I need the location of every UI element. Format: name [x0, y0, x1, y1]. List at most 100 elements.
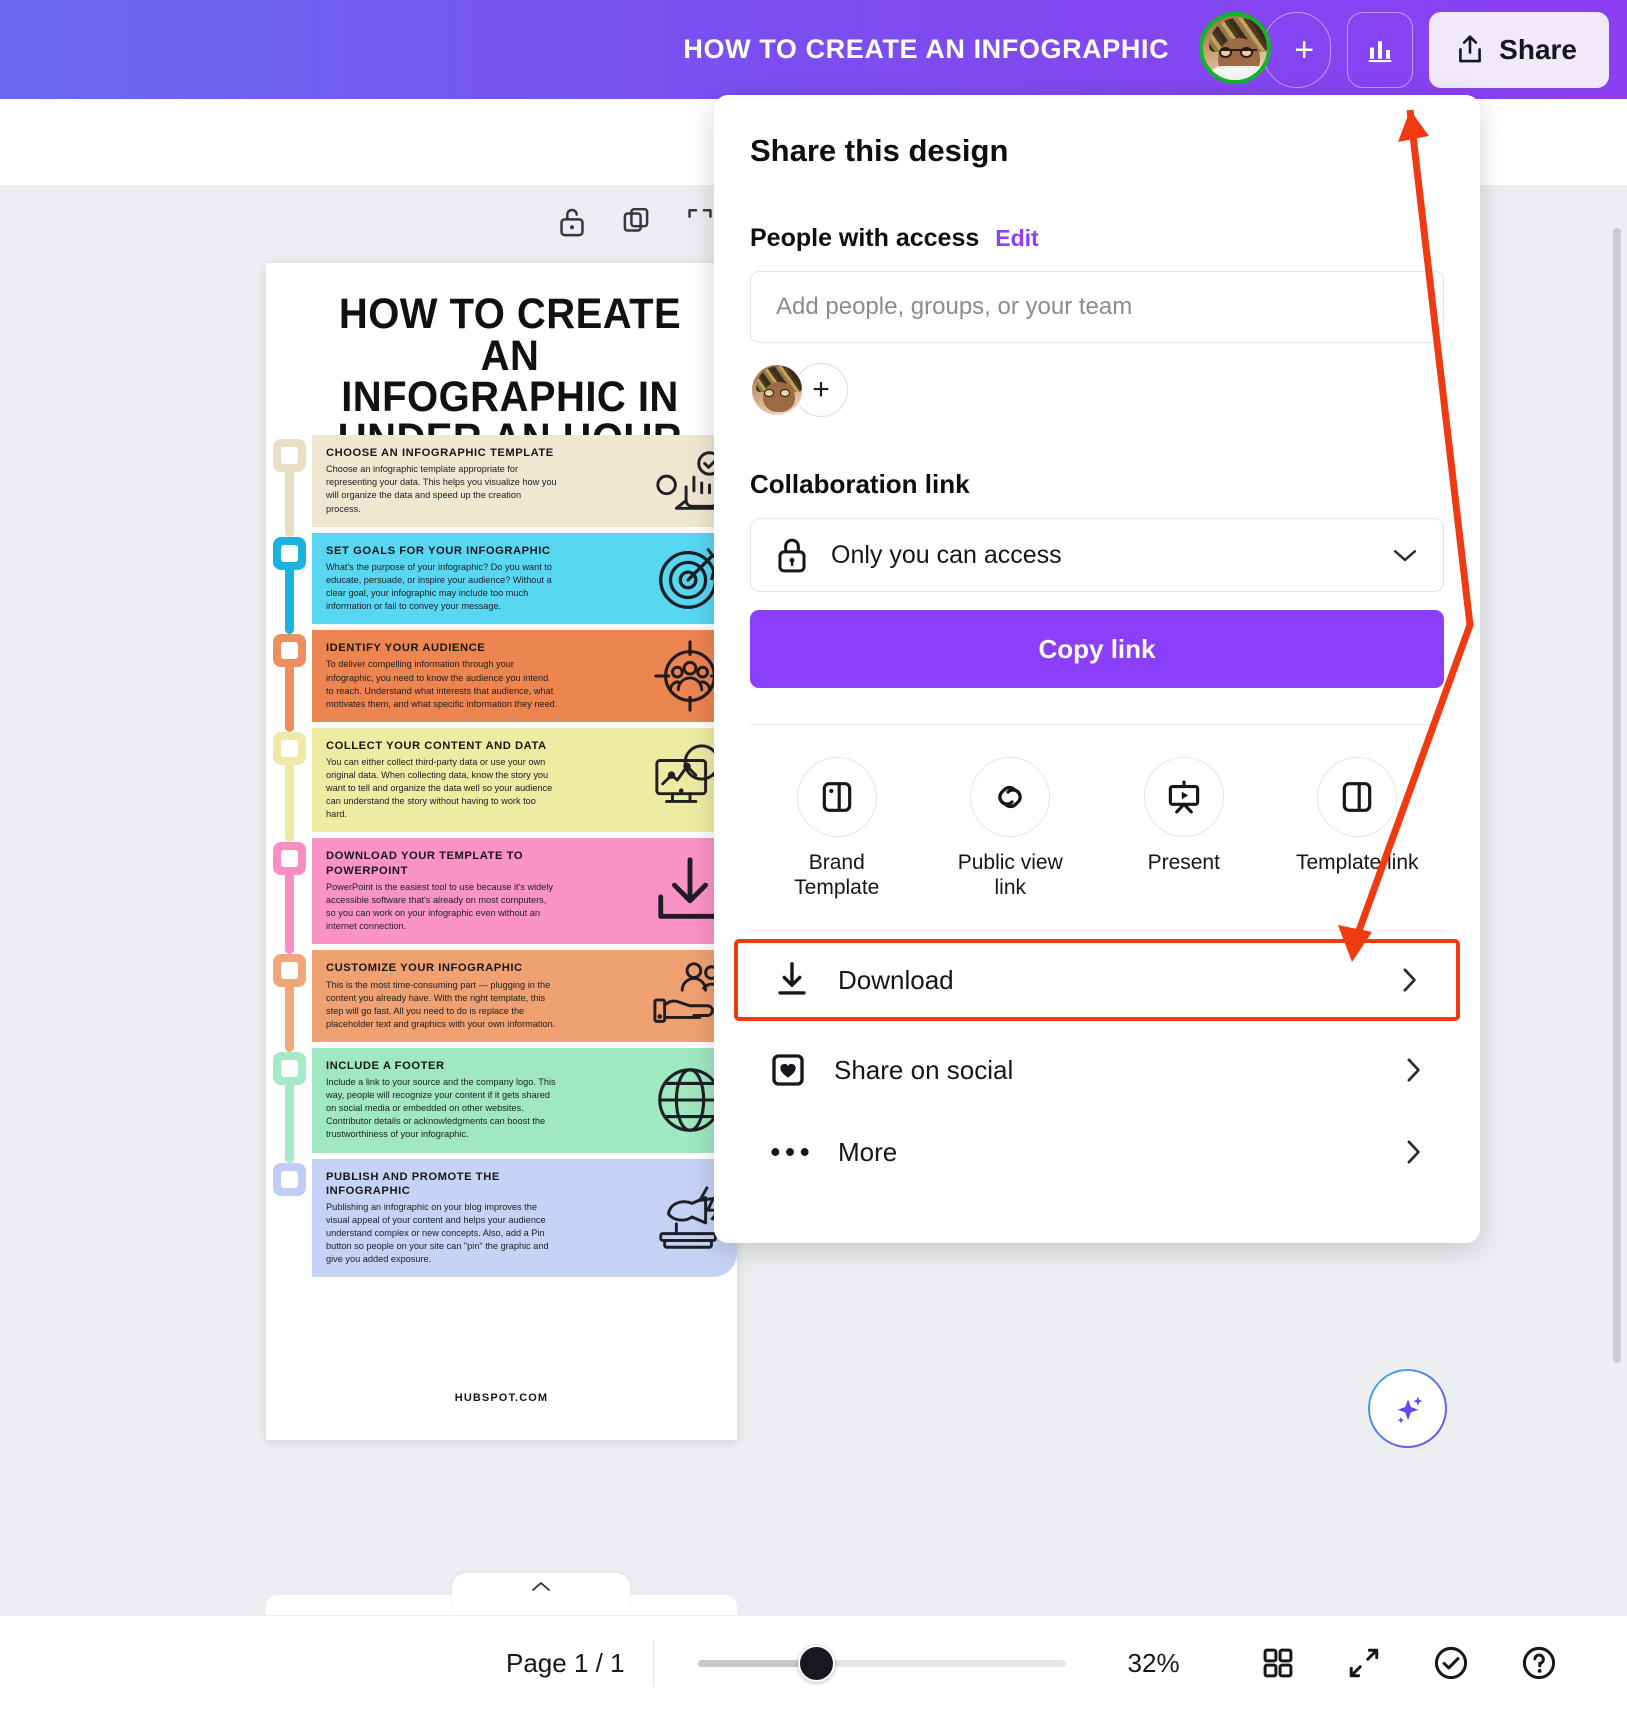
share-menu-item-more[interactable]: More [750, 1111, 1444, 1193]
magic-studio-button[interactable] [1368, 1369, 1447, 1448]
add-people-placeholder: Add people, groups, or your team [776, 293, 1133, 320]
step-heading: SET GOALS FOR YOUR INFOGRAPHIC [326, 544, 551, 557]
step-card: CHOOSE AN INFOGRAPHIC TEMPLATE Choose an … [312, 435, 737, 527]
step-heading: IDENTIFY YOUR AUDIENCE [326, 642, 486, 655]
share-menu-list: Download Share on social More [734, 939, 1460, 1193]
bottom-bar-icons [1260, 1644, 1558, 1682]
share-menu-item-label: More [838, 1136, 898, 1167]
vertical-scrollbar-thumb[interactable] [1613, 228, 1621, 1363]
people-with-access-label: People with access [750, 224, 980, 252]
collapse-panel-handle[interactable] [452, 1573, 630, 1615]
quick-action-label: Present [1147, 851, 1220, 874]
lock-open-icon[interactable] [556, 205, 588, 239]
page-tab-left [266, 1595, 466, 1615]
lock-icon [778, 538, 806, 573]
step-connector [285, 1080, 294, 1163]
present-icon [1143, 757, 1224, 837]
zoom-slider-thumb[interactable] [797, 1644, 835, 1682]
step-rail [266, 950, 312, 1052]
copy-link-button[interactable]: Copy link [750, 610, 1444, 688]
edit-access-link[interactable]: Edit [995, 225, 1038, 252]
help-icon[interactable] [1520, 1644, 1558, 1682]
share-button[interactable]: Share [1429, 11, 1609, 88]
quick-actions-row: Brand Template Public view link Present Tem… [750, 757, 1444, 900]
duplicate-icon[interactable] [620, 205, 652, 239]
user-avatar-image [1199, 11, 1272, 84]
bottom-bar: Page 1 / 1 32% [0, 1615, 1627, 1710]
chevron-right-icon [1407, 1140, 1420, 1164]
step-body: You can either collect third-party data … [326, 757, 553, 820]
top-bar: HOW TO CREATE AN INFOGRAPHIC + Share [0, 0, 1627, 99]
page-indicator[interactable]: Page 1 / 1 [506, 1648, 625, 1679]
step-connector [285, 565, 294, 635]
grid-view-icon[interactable] [1260, 1645, 1296, 1681]
share-menu-item-download[interactable]: Download [734, 939, 1460, 1022]
people-avatar-list: + [750, 363, 1444, 417]
share-upload-icon [1459, 34, 1482, 62]
step-rail [266, 533, 312, 635]
infographic-step: DOWNLOAD YOUR TEMPLATE TO POWERPOINT Powe… [266, 838, 737, 955]
access-level-select[interactable]: Only you can access [750, 518, 1444, 592]
avatar[interactable] [1199, 11, 1275, 88]
step-rail [266, 1159, 312, 1278]
step-body: Include a link to your source and the co… [326, 1077, 556, 1140]
step-card: INCLUDE A FOOTER Include a link to your s… [312, 1047, 737, 1153]
share-button-label: Share [1499, 33, 1577, 65]
fullscreen-icon[interactable] [1346, 1645, 1382, 1681]
step-rail [266, 435, 312, 537]
quick-action-brand-template[interactable]: Brand Template [750, 757, 924, 900]
step-rail [266, 1048, 312, 1163]
infographic-step: COLLECT YOUR CONTENT AND DATA You can eit… [266, 727, 737, 843]
step-connector [285, 871, 294, 955]
document-title[interactable]: HOW TO CREATE AN INFOGRAPHIC [683, 34, 1169, 65]
title-line-1: HOW TO CREATE AN [338, 290, 682, 380]
step-body: This is the most time-consuming part — p… [326, 979, 556, 1029]
step-heading: CHOOSE AN INFOGRAPHIC TEMPLATE [326, 447, 554, 459]
step-card: CUSTOMIZE YOUR INFOGRAPHIC This is the mo… [312, 950, 737, 1042]
step-connector [285, 468, 294, 537]
infographic-step: PUBLISH AND PROMOTE THE INFOGRAPHIC Publi… [266, 1158, 737, 1278]
quick-action-public-view-link[interactable]: Public view link [924, 757, 1098, 900]
step-heading: INCLUDE A FOOTER [326, 1059, 445, 1072]
step-card: COLLECT YOUR CONTENT AND DATA You can eit… [312, 727, 737, 833]
more-dots-icon [768, 1139, 812, 1165]
check-circle-icon[interactable] [1432, 1644, 1470, 1682]
insights-button[interactable] [1347, 11, 1414, 88]
delete-page-icon[interactable] [684, 205, 716, 239]
step-node [273, 1162, 306, 1196]
step-body: To deliver compelling information throug… [326, 659, 558, 709]
collaboration-link-label: Collaboration link [750, 469, 970, 499]
step-card: PUBLISH AND PROMOTE THE INFOGRAPHIC Publi… [312, 1158, 737, 1278]
step-body: Publishing an infographic on your blog i… [326, 1202, 549, 1265]
owner-avatar[interactable] [750, 363, 804, 417]
page-toolbar [556, 205, 716, 239]
public-link-icon [970, 757, 1051, 837]
add-people-input[interactable]: Add people, groups, or your team [750, 271, 1444, 343]
zoom-slider[interactable] [697, 1644, 1066, 1682]
design-page[interactable]: HOW TO CREATE AN INFOGRAPHIC IN UNDER AN… [266, 263, 737, 1440]
page-tabs [266, 1573, 737, 1615]
share-menu-item-share-on-social[interactable]: Share on social [750, 1029, 1444, 1111]
step-card: IDENTIFY YOUR AUDIENCE To deliver compell… [312, 630, 737, 722]
infographic-step: IDENTIFY YOUR AUDIENCE To deliver compell… [266, 630, 737, 732]
share-menu-item-label: Download [838, 964, 954, 995]
brand-template-icon [796, 757, 877, 837]
step-body: What's the purpose of your infographic? … [326, 561, 552, 612]
download-icon [772, 959, 812, 1001]
step-rail [266, 838, 312, 955]
share-panel-title: Share this design [750, 133, 1009, 168]
infographic-footer: HUBSPOT.COM [454, 1392, 549, 1404]
step-node [273, 536, 306, 570]
panel-divider-2 [750, 930, 1444, 932]
step-heading: DOWNLOAD YOUR TEMPLATE TO POWERPOINT [326, 850, 524, 877]
quick-action-label: Public view link [957, 851, 1063, 900]
quick-action-template-link[interactable]: Template link [1271, 757, 1445, 900]
chevron-down-icon [1393, 550, 1417, 562]
people-with-access-row: People with access Edit [750, 224, 1444, 253]
step-rail [266, 728, 312, 843]
quick-action-present[interactable]: Present [1097, 757, 1271, 900]
zoom-level-value[interactable]: 32% [1128, 1648, 1180, 1679]
plus-icon: + [812, 373, 830, 406]
quick-action-label: Template link [1295, 851, 1419, 874]
step-connector [285, 663, 294, 732]
